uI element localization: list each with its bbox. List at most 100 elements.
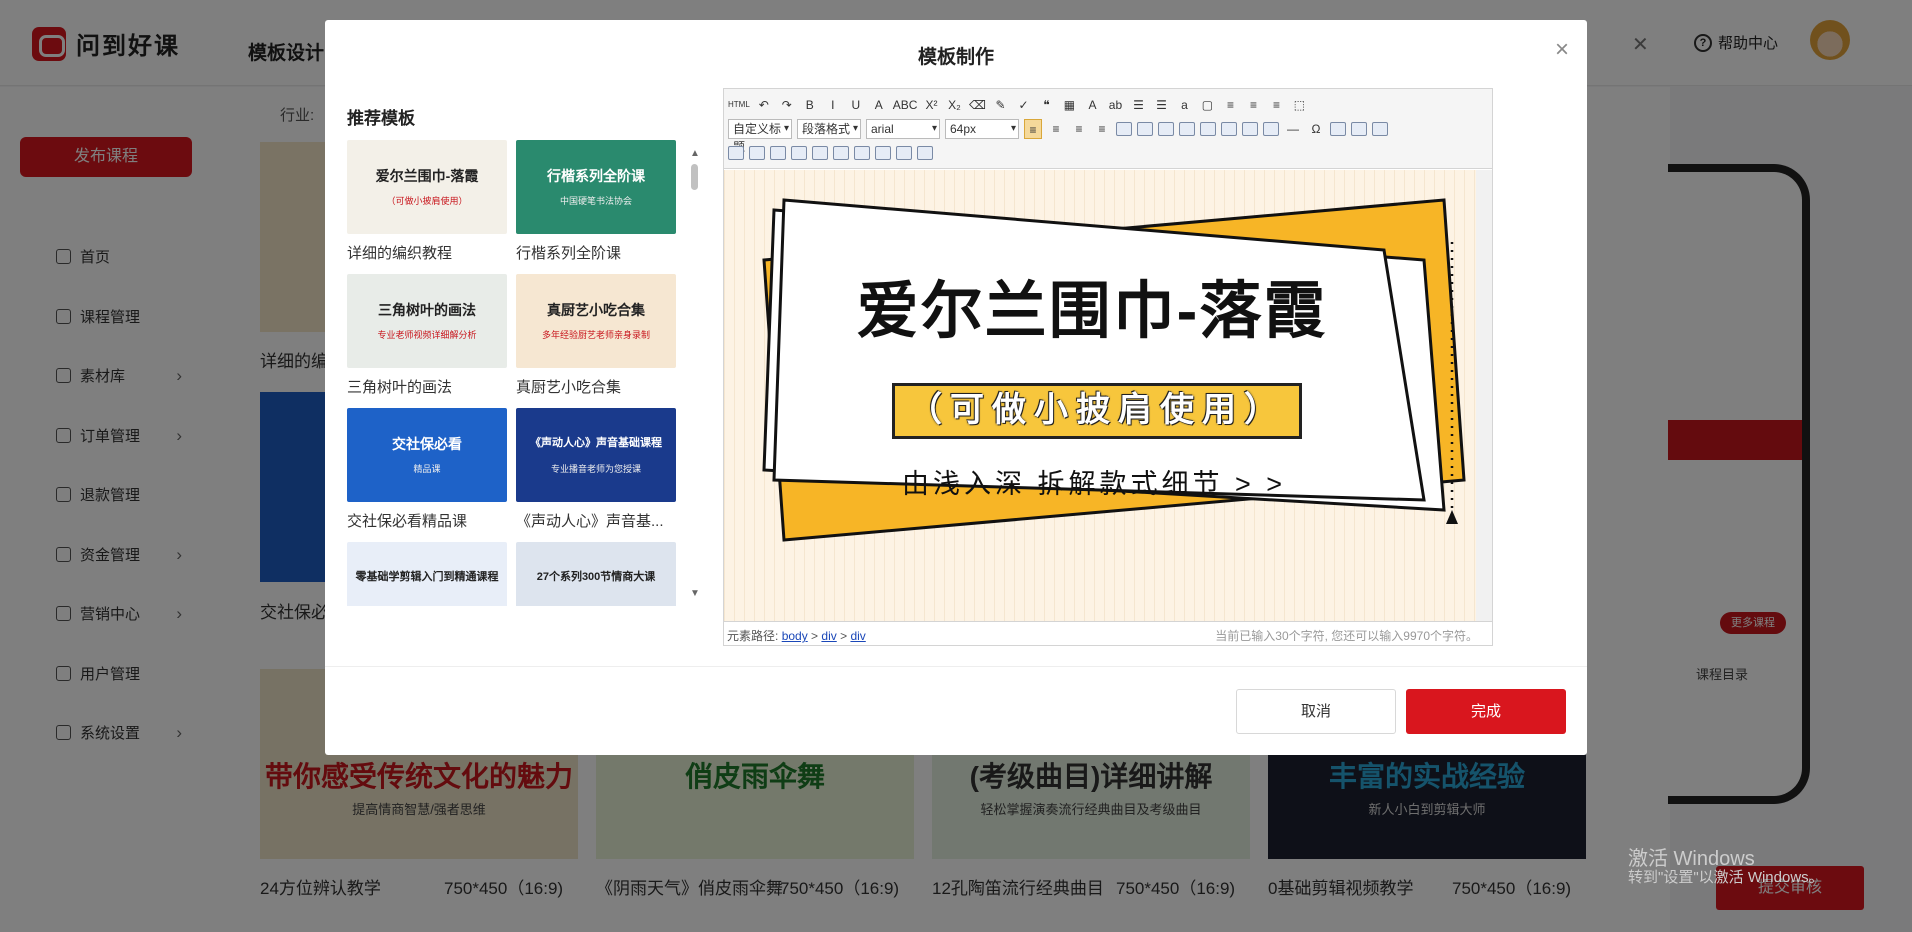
template-label: 三角树叶的画法 bbox=[347, 379, 453, 396]
template-thumbnail[interactable]: 《声动人心》声音基础课程 专业播音老师为您授课 bbox=[516, 408, 676, 502]
merge-cells-icon[interactable] bbox=[812, 146, 828, 160]
split-rows-icon[interactable] bbox=[896, 146, 912, 160]
template-thumbnail[interactable]: 27个系列300节情商大课 bbox=[516, 542, 676, 606]
poster-headline: 爱尔兰围巾-落霞 bbox=[856, 277, 1328, 346]
toolbar-button[interactable]: HTML bbox=[728, 95, 750, 115]
toolbar-button[interactable]: B bbox=[801, 95, 819, 115]
table-props-icon[interactable] bbox=[1372, 122, 1388, 136]
toolbar-button[interactable]: a bbox=[1175, 95, 1193, 115]
image-icon[interactable] bbox=[1179, 122, 1195, 136]
template-list[interactable]: 爱尔兰围巾-落霞 （可做小披肩使用） 详细的编织教程 行楷系列全阶课 中国硬笔书… bbox=[347, 140, 691, 606]
thumbnail-subtitle: 中国硬笔书法协会 bbox=[559, 196, 632, 206]
align-justify-button[interactable]: ≡ bbox=[1093, 119, 1111, 139]
toolbar-button[interactable]: ≡ bbox=[1244, 95, 1262, 115]
template-thumbnail[interactable]: 交社保必看 精品课 bbox=[347, 408, 507, 502]
modal-title: 模板制作 bbox=[917, 47, 994, 68]
modal-close-icon[interactable]: × bbox=[1555, 36, 1569, 64]
float-icon[interactable] bbox=[1200, 122, 1216, 136]
toolbar-row-2: 自定义标题 段落格式 arial 64px ≡ ≡ ≡ ≡ — Ω bbox=[728, 117, 1388, 154]
editor-scrollbar[interactable] bbox=[1476, 170, 1492, 621]
map-icon[interactable] bbox=[1242, 122, 1258, 136]
toolbar-button[interactable]: ✓ bbox=[1014, 95, 1032, 115]
emotion-icon[interactable] bbox=[1263, 122, 1279, 136]
toolbar-button[interactable]: ≡ bbox=[1221, 95, 1239, 115]
toolbar-button[interactable]: ❝ bbox=[1037, 95, 1055, 115]
character-count: 当前已输入30个字符, 您还可以输入9970个字符。 bbox=[1215, 629, 1478, 643]
template-thumbnail[interactable]: 爱尔兰围巾-落霞 （可做小披肩使用） bbox=[347, 140, 507, 234]
cancel-button[interactable]: 取消 bbox=[1236, 689, 1396, 734]
template-label: 行楷系列全阶课 bbox=[516, 245, 622, 262]
template-thumbnail[interactable]: 行楷系列全阶课 中国硬笔书法协会 bbox=[516, 140, 676, 234]
template-thumbnail[interactable]: 三角树叶的画法 专业老师视频详细解分析 bbox=[347, 274, 507, 368]
merge-down-icon[interactable] bbox=[854, 146, 870, 160]
toolbar-button[interactable]: ☰ bbox=[1129, 95, 1147, 115]
toolbar-button[interactable]: ▦ bbox=[1060, 95, 1078, 115]
toolbar-button[interactable]: ↷ bbox=[778, 95, 796, 115]
path-link-div[interactable]: div bbox=[850, 629, 865, 643]
toolbar-button[interactable]: X₂ bbox=[945, 95, 963, 115]
toolbar-button[interactable]: A bbox=[870, 95, 888, 115]
font-family-select[interactable]: arial bbox=[866, 119, 940, 139]
scroll-thumb[interactable] bbox=[691, 164, 698, 190]
merge-right-icon[interactable] bbox=[833, 146, 849, 160]
toolbar-button[interactable]: U bbox=[847, 95, 865, 115]
toolbar-button[interactable]: ⬚ bbox=[1290, 95, 1308, 115]
toolbar-button[interactable]: X² bbox=[922, 95, 940, 115]
video-icon[interactable] bbox=[1221, 122, 1237, 136]
insert-row-above-icon[interactable] bbox=[728, 146, 744, 160]
horizontal-rule-button[interactable]: — bbox=[1284, 119, 1302, 139]
editor-statusbar: 元素路径: body > div > div 当前已输入30个字符, 您还可以输… bbox=[724, 621, 1492, 645]
insert-col-icon[interactable] bbox=[770, 146, 786, 160]
toolbar-button[interactable]: ↶ bbox=[755, 95, 773, 115]
unlink-icon[interactable] bbox=[1137, 122, 1153, 136]
toolbar-button[interactable]: ☰ bbox=[1152, 95, 1170, 115]
insert-row-below-icon[interactable] bbox=[749, 146, 765, 160]
heading-select[interactable]: 自定义标题 bbox=[728, 119, 792, 154]
editor-toolbar: HTML↶↷BIUAABCX²X₂⌫✎✓❝▦Aab☰☰a▢≡≡≡⬚ 自定义标题 … bbox=[724, 89, 1492, 169]
thumbnail-subtitle: （可做小披肩使用） bbox=[386, 196, 468, 206]
path-link-body[interactable]: body bbox=[782, 629, 808, 643]
table-delete-icon[interactable] bbox=[1351, 122, 1367, 136]
template-item[interactable]: 爱尔兰围巾-落霞 （可做小披肩使用） 详细的编织教程 bbox=[347, 140, 507, 263]
table-icon[interactable] bbox=[1330, 122, 1346, 136]
paragraph-format-select[interactable]: 段落格式 bbox=[797, 119, 861, 139]
thumbnail-title: 零基础学剪辑入门到精通课程 bbox=[355, 571, 499, 583]
template-thumbnail[interactable]: 真厨艺小吃合集 多年经验厨艺老师亲身录制 bbox=[516, 274, 676, 368]
toolbar-button[interactable]: I bbox=[824, 95, 842, 115]
toolbar-button[interactable]: ABC bbox=[893, 95, 918, 115]
toolbar-button[interactable]: ▢ bbox=[1198, 95, 1216, 115]
anchor-icon[interactable] bbox=[1158, 122, 1174, 136]
thumbnail-subtitle: 专业播音老师为您授课 bbox=[550, 464, 641, 474]
template-item[interactable]: 《声动人心》声音基础课程 专业播音老师为您授课 《声动人心》声音基... bbox=[516, 408, 676, 531]
template-item[interactable]: 行楷系列全阶课 中国硬笔书法协会 行楷系列全阶课 bbox=[516, 140, 676, 263]
editor-canvas[interactable]: 爱尔兰围巾-落霞 （可做小披肩使用） 由浅入深 拆解款式细节 > > bbox=[724, 170, 1476, 621]
done-button[interactable]: 完成 bbox=[1406, 689, 1566, 734]
poster-subtitle: （可做小披肩使用） bbox=[892, 383, 1302, 439]
template-item[interactable]: 零基础学剪辑入门到精通课程 零基础学剪辑入门到精通课程 bbox=[347, 542, 507, 606]
template-item[interactable]: 27个系列300节情商大课 27个系列300节情商大课 bbox=[516, 542, 676, 606]
template-item[interactable]: 真厨艺小吃合集 多年经验厨艺老师亲身录制 真厨艺小吃合集 bbox=[516, 274, 676, 397]
rich-text-editor[interactable]: HTML↶↷BIUAABCX²X₂⌫✎✓❝▦Aab☰☰a▢≡≡≡⬚ 自定义标题 … bbox=[723, 88, 1493, 646]
delete-col-icon[interactable] bbox=[791, 146, 807, 160]
toolbar-button[interactable]: ⌫ bbox=[968, 95, 986, 115]
align-right-button[interactable]: ≡ bbox=[1070, 119, 1088, 139]
align-left-button[interactable]: ≡ bbox=[1024, 119, 1042, 139]
align-center-button[interactable]: ≡ bbox=[1047, 119, 1065, 139]
path-link-div[interactable]: div bbox=[821, 629, 836, 643]
template-item[interactable]: 交社保必看 精品课 交社保必看精品课 bbox=[347, 408, 507, 531]
modal-footer-divider bbox=[325, 666, 1587, 667]
template-list-scrollbar[interactable]: ▲ ▼ bbox=[690, 148, 700, 602]
split-cols-icon[interactable] bbox=[917, 146, 933, 160]
toolbar-button[interactable]: ab bbox=[1106, 95, 1124, 115]
toolbar-button[interactable]: ✎ bbox=[991, 95, 1009, 115]
template-item[interactable]: 三角树叶的画法 专业老师视频详细解分析 三角树叶的画法 bbox=[347, 274, 507, 397]
split-cells-icon[interactable] bbox=[875, 146, 891, 160]
toolbar-button[interactable]: ≡ bbox=[1267, 95, 1285, 115]
template-thumbnail[interactable]: 零基础学剪辑入门到精通课程 bbox=[347, 542, 507, 606]
toolbar-button[interactable]: A bbox=[1083, 95, 1101, 115]
special-char-button[interactable]: Ω bbox=[1307, 119, 1325, 139]
scroll-down-icon[interactable]: ▼ bbox=[690, 588, 700, 599]
font-size-select[interactable]: 64px bbox=[945, 119, 1019, 139]
scroll-up-icon[interactable]: ▲ bbox=[690, 148, 700, 159]
link-icon[interactable] bbox=[1116, 122, 1132, 136]
